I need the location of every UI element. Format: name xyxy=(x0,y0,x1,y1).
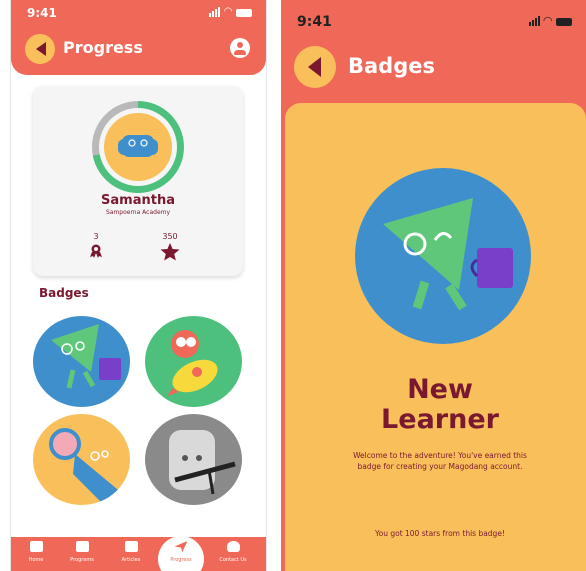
page-title: Progress xyxy=(63,38,143,57)
nav-home-label: Home xyxy=(28,557,44,563)
user-school: Sampoerna Academy xyxy=(105,209,171,216)
badge-stars-note: You got 100 stars from this badge! xyxy=(375,529,505,538)
medal-icon xyxy=(90,244,102,258)
battery-icon xyxy=(236,9,252,17)
status-icons-2: ◠ xyxy=(528,14,572,27)
nav-programs-label: Programs xyxy=(70,557,94,563)
badge-detail-screen: 9:41 ◠ Badges New Learner Welcome to the… xyxy=(281,0,586,571)
status-bar: 9:41 ◠ xyxy=(11,0,266,22)
nav-contact-label: Contact Us xyxy=(219,557,247,563)
badge-description: Welcome to the adventure! You've earned … xyxy=(353,451,527,471)
nav-articles-label: Articles xyxy=(121,557,141,563)
nav-progress[interactable]: Progress xyxy=(156,541,206,563)
badges-page-title: Badges xyxy=(348,54,435,78)
level-progress-ring xyxy=(92,101,184,193)
wifi-icon-2: ◠ xyxy=(543,14,552,27)
badge-square-robot-icon[interactable] xyxy=(145,414,242,505)
nav-contact[interactable]: Contact Us xyxy=(208,541,258,563)
headset-icon xyxy=(226,541,240,552)
signal-icon xyxy=(209,7,221,17)
profile-card: Samantha Sampoerna Academy 3 350 xyxy=(33,86,243,276)
status-time-2: 9:41 xyxy=(297,14,332,30)
badge-large-triangle-backpack-icon xyxy=(355,168,531,344)
back-button-2[interactable] xyxy=(294,46,336,88)
nav-progress-label: Progress xyxy=(170,557,192,563)
nav-programs[interactable]: Programs xyxy=(57,541,107,563)
stars-count: 350 xyxy=(162,232,178,241)
badge-detail-panel: New Learner Welcome to the adventure! Yo… xyxy=(285,103,586,571)
battery-icon-2 xyxy=(556,18,572,26)
profile-icon[interactable] xyxy=(230,38,250,58)
home-icon xyxy=(29,541,43,552)
badge-name-line2: Learner xyxy=(381,404,499,435)
badge-magnifier-creature-icon[interactable] xyxy=(33,414,130,505)
status-time: 9:41 xyxy=(27,6,57,20)
badge-name: New Learner xyxy=(285,375,586,435)
status-icons: ◠ xyxy=(209,7,252,17)
back-button[interactable] xyxy=(25,34,55,64)
wifi-icon: ◠ xyxy=(224,6,232,17)
avatar xyxy=(104,113,172,181)
programs-icon xyxy=(75,541,89,552)
articles-icon xyxy=(124,541,138,552)
badges-heading: Badges xyxy=(39,286,89,300)
badge-name-line1: New xyxy=(407,374,473,405)
progress-screen: 9:41 ◠ Progress Samantha Sampoerna Acade… xyxy=(10,0,267,571)
user-name: Samantha xyxy=(101,193,175,208)
badge-rocket-creature-icon[interactable] xyxy=(145,316,242,407)
signal-icon-2 xyxy=(528,16,540,26)
nav-home[interactable]: Home xyxy=(11,541,61,563)
badges-count: 3 xyxy=(93,232,99,241)
progress-icon xyxy=(174,541,188,552)
nav-articles[interactable]: Articles xyxy=(106,541,156,563)
badge-triangle-backpack-icon[interactable] xyxy=(33,316,130,407)
star-icon xyxy=(160,243,180,261)
status-bar-2: 9:41 ◠ xyxy=(281,0,586,40)
